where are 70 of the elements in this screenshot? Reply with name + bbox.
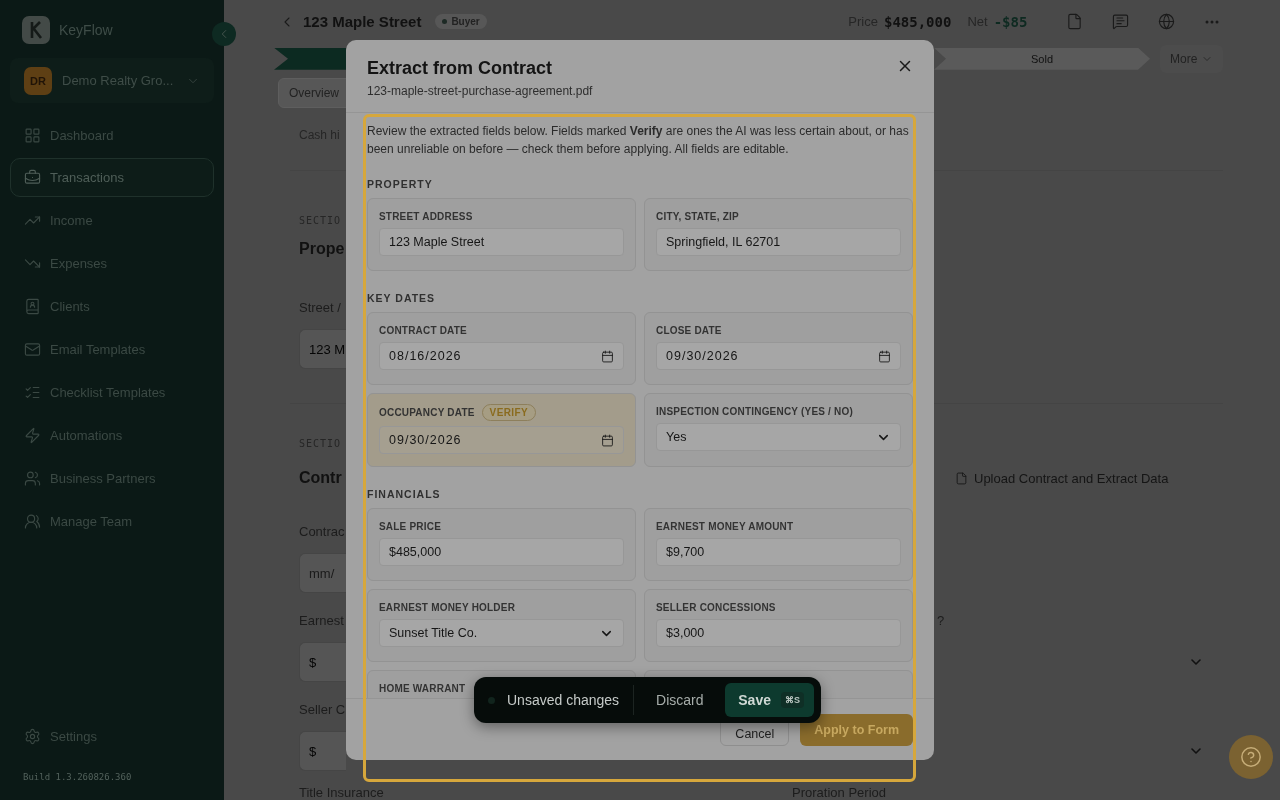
people-icon: [24, 469, 41, 487]
field-label: SALE PRICE: [379, 520, 441, 532]
briefcase-icon: [24, 169, 41, 186]
settings-icon: [24, 727, 41, 745]
document-icon: [1065, 13, 1083, 31]
field-label: HOME WARRANT: [379, 682, 466, 694]
input-field[interactable]: $: [299, 731, 346, 771]
intro-text: Review the extracted fields below. Fields marked Verify are ones the AI was less certain about, or has been unreliable on before — check them before applying. All fields are editable.: [367, 123, 910, 158]
file-name: 123-maple-street-purchase-agreement.pdf: [367, 84, 593, 98]
input-field[interactable]: $9,700: [656, 538, 901, 566]
build-version: Build 1.3.260826.360: [22, 772, 133, 782]
status-dot: [488, 696, 495, 704]
discard-button[interactable]: Discard: [648, 692, 712, 708]
help-icon: [1240, 746, 1263, 768]
field-label: INSPECTION CONTINGENCY (YES / NO): [656, 405, 853, 417]
field-label: CITY, STATE, ZIP: [656, 210, 739, 222]
date-field[interactable]: 08/16/2026: [379, 342, 624, 370]
field-label: CLOSE DATE: [656, 324, 722, 336]
input-field[interactable]: 123 Maple Street: [379, 228, 624, 256]
field-label: ?: [937, 613, 946, 628]
nav-item[interactable]: Transactions: [10, 158, 214, 197]
section-title: Prope: [299, 240, 346, 258]
field-label: SELLER CONCESSIONS: [656, 601, 776, 613]
price-value: $485,000: [883, 13, 952, 30]
calendar-icon: [601, 349, 614, 363]
net-value: -$85: [993, 13, 1028, 30]
input-field[interactable]: Springfield, IL 62701: [656, 228, 901, 256]
unsaved-label: Unsaved changes: [507, 692, 620, 708]
field-label: OCCUPANCY DATE: [379, 407, 475, 418]
status-dot: [442, 19, 448, 25]
input-field[interactable]: $: [299, 642, 346, 682]
help-button[interactable]: [1229, 735, 1274, 779]
lightning-icon: [24, 426, 41, 444]
mail-icon: [24, 340, 41, 358]
field-label: CONTRACT DATE: [379, 324, 467, 336]
calendar-icon: [601, 433, 614, 447]
input-field[interactable]: 123 M: [299, 329, 346, 369]
field-label: EARNEST MONEY HOLDER: [379, 601, 516, 613]
ellipsis-icon: [1205, 19, 1220, 24]
document-icon: [955, 471, 968, 485]
stage-segment[interactable]: [274, 47, 346, 70]
org-avatar: DR: [24, 66, 52, 95]
stage-segment[interactable]: Sold: [934, 47, 1150, 70]
contact-book-icon: [24, 297, 41, 315]
date-field[interactable]: 09/30/2026: [656, 342, 901, 370]
dialog-title: Extract from Contract: [367, 58, 553, 79]
group-title: KEY DATES: [367, 292, 437, 304]
shortcut-key: ⌘S: [781, 692, 804, 708]
grid-icon: [24, 126, 41, 144]
save-button[interactable]: Save ⌘S: [725, 683, 814, 717]
verify-badge: VERIFY: [481, 404, 537, 421]
field-label: STREET ADDRESS: [379, 210, 473, 222]
group-title: PROPERTY: [367, 178, 434, 190]
input-field[interactable]: mm/: [299, 553, 346, 593]
logo-icon: [22, 16, 50, 44]
calendar-icon: [878, 349, 891, 363]
apply-button[interactable]: Apply to Form: [800, 713, 913, 746]
input-field[interactable]: $485,000: [379, 538, 624, 566]
page-title: 123 Maple Street: [303, 13, 422, 31]
select-field[interactable]: Yes: [656, 423, 901, 451]
select-field[interactable]: Sunset Title Co.: [379, 619, 624, 647]
collapse-button[interactable]: [212, 22, 236, 46]
message-icon: [1111, 13, 1129, 31]
section-title: Contr: [299, 469, 343, 487]
input-field[interactable]: $3,000: [656, 619, 901, 647]
team-icon: [24, 512, 41, 530]
globe-icon: [1157, 13, 1175, 31]
date-field[interactable]: 09/30/2026: [379, 426, 624, 454]
group-title: FINANCIALS: [367, 488, 442, 500]
field-label: EARNEST MONEY AMOUNT: [656, 520, 794, 532]
